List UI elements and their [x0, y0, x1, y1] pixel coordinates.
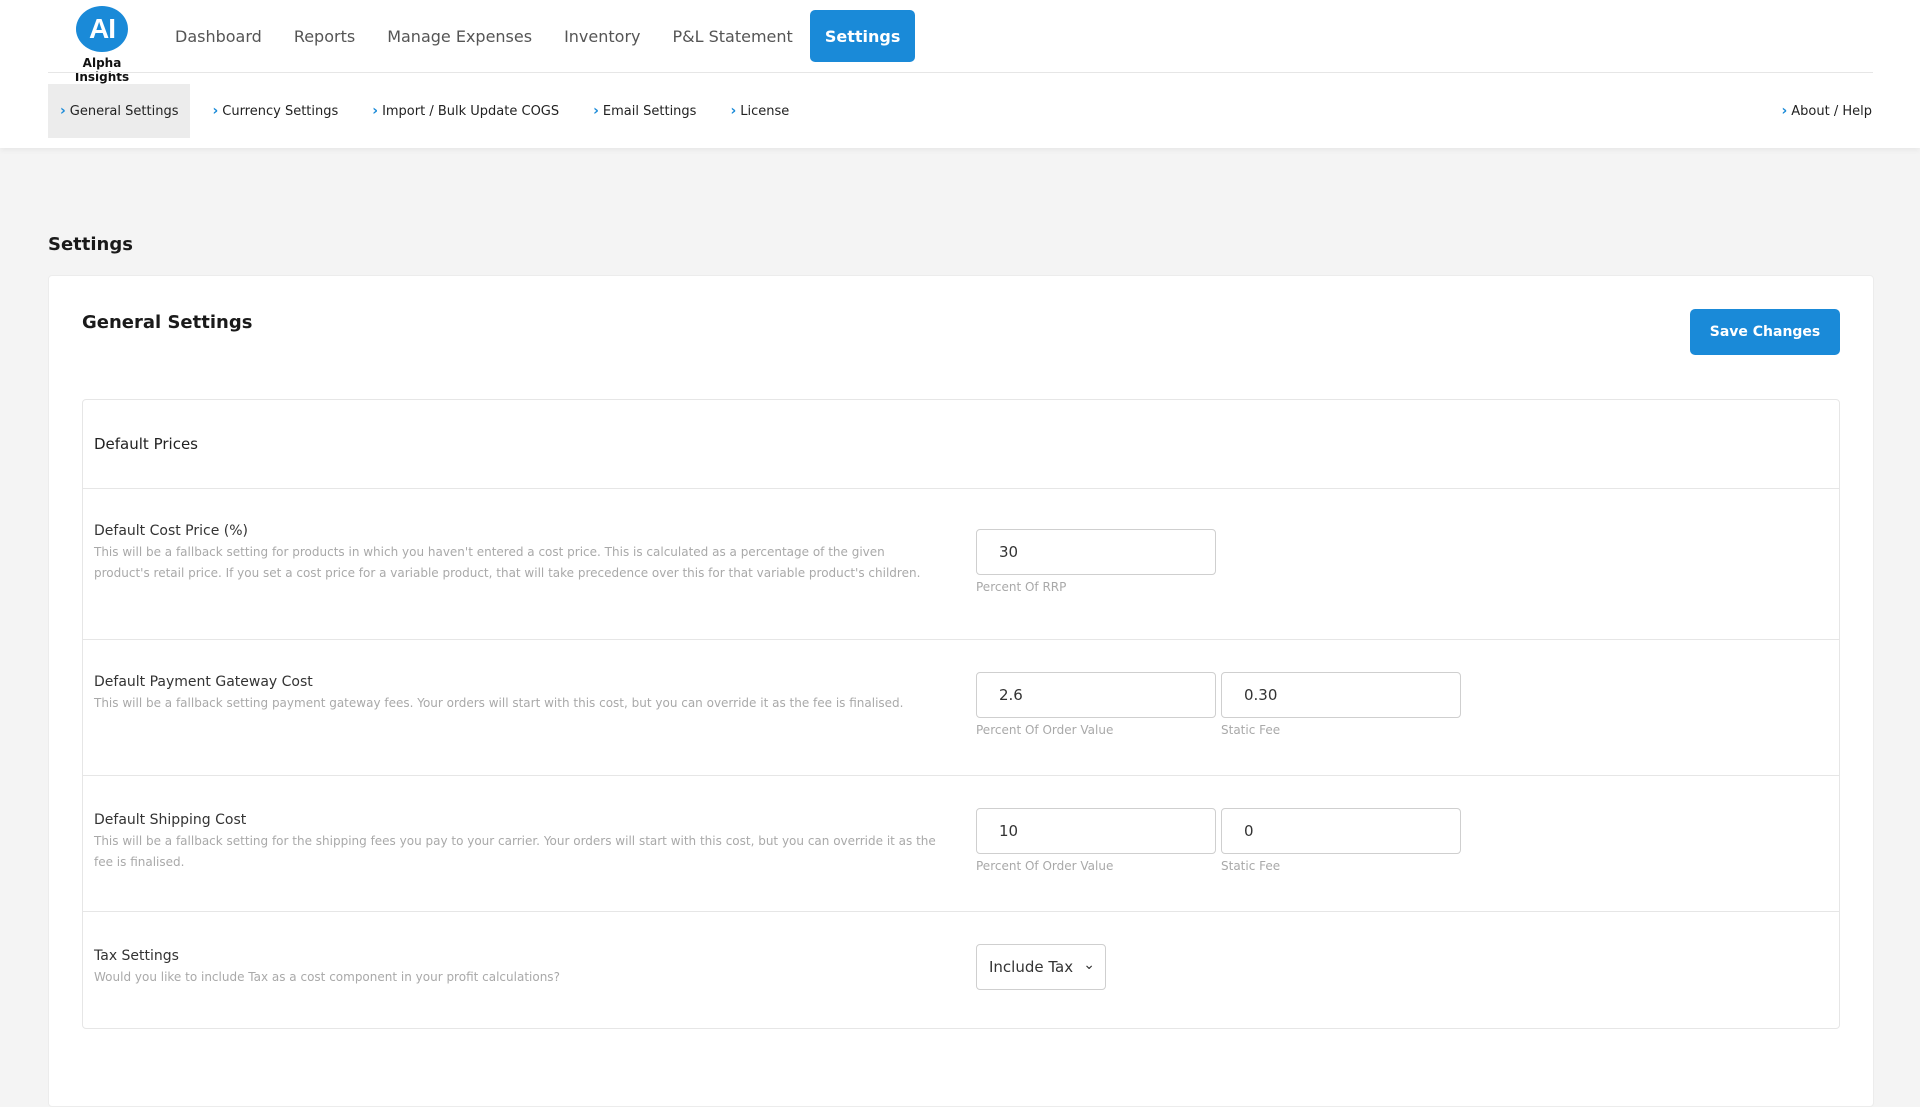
gateway-percent-input[interactable] [976, 672, 1216, 718]
subnav-currency-settings[interactable]: › Currency Settings [200, 84, 350, 138]
field-hint: Percent Of RRP [976, 580, 1067, 594]
setting-title: Tax Settings [94, 948, 179, 964]
field-hint: Static Fee [1221, 723, 1281, 737]
chevron-right-icon: › [212, 103, 219, 119]
setting-description: This will be a fallback setting for the … [94, 834, 936, 869]
brand-logo[interactable]: AI Alpha Insights [56, 6, 148, 84]
chevron-right-icon: › [60, 103, 66, 119]
chevron-right-icon: › [372, 103, 379, 119]
brand-logo-mark: AI [76, 6, 128, 52]
nav-inventory[interactable]: Inventory [549, 10, 655, 62]
setting-title: Default Payment Gateway Cost [94, 674, 313, 690]
subnav-about-help[interactable]: › About / Help [1782, 84, 1873, 138]
subnav-general-settings[interactable]: › General Settings [48, 84, 191, 138]
chevron-right-icon: › [730, 103, 737, 119]
setting-description: This will be a fallback setting for prod… [94, 545, 921, 580]
main-nav: Dashboard Reports Manage Expenses Invent… [160, 10, 917, 62]
setting-text: Default Payment Gateway Cost This will b… [94, 674, 944, 714]
section-title: Default Prices [83, 400, 1839, 489]
nav-dashboard[interactable]: Dashboard [160, 10, 277, 62]
shipping-percent-input[interactable] [976, 808, 1216, 854]
tax-settings-select[interactable]: Include Tax ⌄ [976, 944, 1106, 990]
chevron-down-icon: ⌄ [1083, 957, 1095, 973]
subnav-import-bulk-update-cogs[interactable]: › Import / Bulk Update COGS [360, 84, 571, 138]
field-group: Static Fee [1221, 672, 1461, 737]
save-changes-button[interactable]: Save Changes [1690, 309, 1840, 355]
general-settings-card: General Settings Save Changes Default Pr… [48, 275, 1874, 1107]
default-prices-section: Default Prices Default Cost Price (%) Th… [82, 399, 1840, 1029]
setting-row-default-cost-price: Default Cost Price (%) This will be a fa… [83, 489, 1839, 640]
select-value: Include Tax [989, 958, 1074, 976]
header-divider [48, 72, 1873, 73]
cost-price-percent-input[interactable] [976, 529, 1216, 575]
chevron-right-icon: › [1781, 103, 1788, 119]
setting-row-payment-gateway-cost: Default Payment Gateway Cost This will b… [83, 640, 1839, 776]
field-group: Percent Of RRP [976, 529, 1216, 594]
setting-description: Would you like to include Tax as a cost … [94, 970, 560, 984]
field-hint: Percent Of Order Value [976, 723, 1114, 737]
field-group: Percent Of Order Value [976, 808, 1216, 873]
field-hint: Percent Of Order Value [976, 859, 1114, 873]
gateway-static-fee-input[interactable] [1221, 672, 1461, 718]
subnav-label: About / Help [1791, 103, 1872, 119]
setting-text: Default Shipping Cost This will be a fal… [94, 812, 944, 873]
setting-description: This will be a fallback setting payment … [94, 696, 904, 710]
setting-title: Default Cost Price (%) [94, 523, 249, 539]
setting-row-tax-settings: Tax Settings Would you like to include T… [83, 912, 1839, 1028]
top-header: AI Alpha Insights Dashboard Reports Mana… [0, 0, 1920, 148]
subnav-label: General Settings [69, 103, 179, 119]
subnav-label: Currency Settings [222, 103, 339, 119]
nav-reports[interactable]: Reports [279, 10, 370, 62]
field-hint: Static Fee [1221, 859, 1281, 873]
field-group: Percent Of Order Value [976, 672, 1216, 737]
setting-text: Tax Settings Would you like to include T… [94, 948, 944, 988]
settings-subnav: › General Settings › Currency Settings ›… [48, 84, 811, 138]
subnav-label: Import / Bulk Update COGS [382, 103, 560, 119]
setting-text: Default Cost Price (%) This will be a fa… [94, 523, 944, 584]
subnav-license[interactable]: › License [718, 84, 801, 138]
shipping-static-fee-input[interactable] [1221, 808, 1461, 854]
nav-manage-expenses[interactable]: Manage Expenses [372, 10, 547, 62]
subnav-label: License [740, 103, 790, 119]
nav-settings[interactable]: Settings [809, 10, 916, 62]
field-group: Include Tax ⌄ [976, 944, 1106, 990]
subnav-email-settings[interactable]: › Email Settings [581, 84, 708, 138]
subnav-label: Email Settings [602, 103, 697, 119]
chevron-right-icon: › [593, 103, 599, 119]
card-title: General Settings [82, 312, 253, 333]
setting-row-shipping-cost: Default Shipping Cost This will be a fal… [83, 776, 1839, 912]
field-group: Static Fee [1221, 808, 1461, 873]
nav-pl-statement[interactable]: P&L Statement [657, 10, 807, 62]
page-title: Settings [48, 234, 133, 255]
setting-title: Default Shipping Cost [94, 812, 247, 828]
brand-name: Alpha Insights [74, 56, 130, 84]
